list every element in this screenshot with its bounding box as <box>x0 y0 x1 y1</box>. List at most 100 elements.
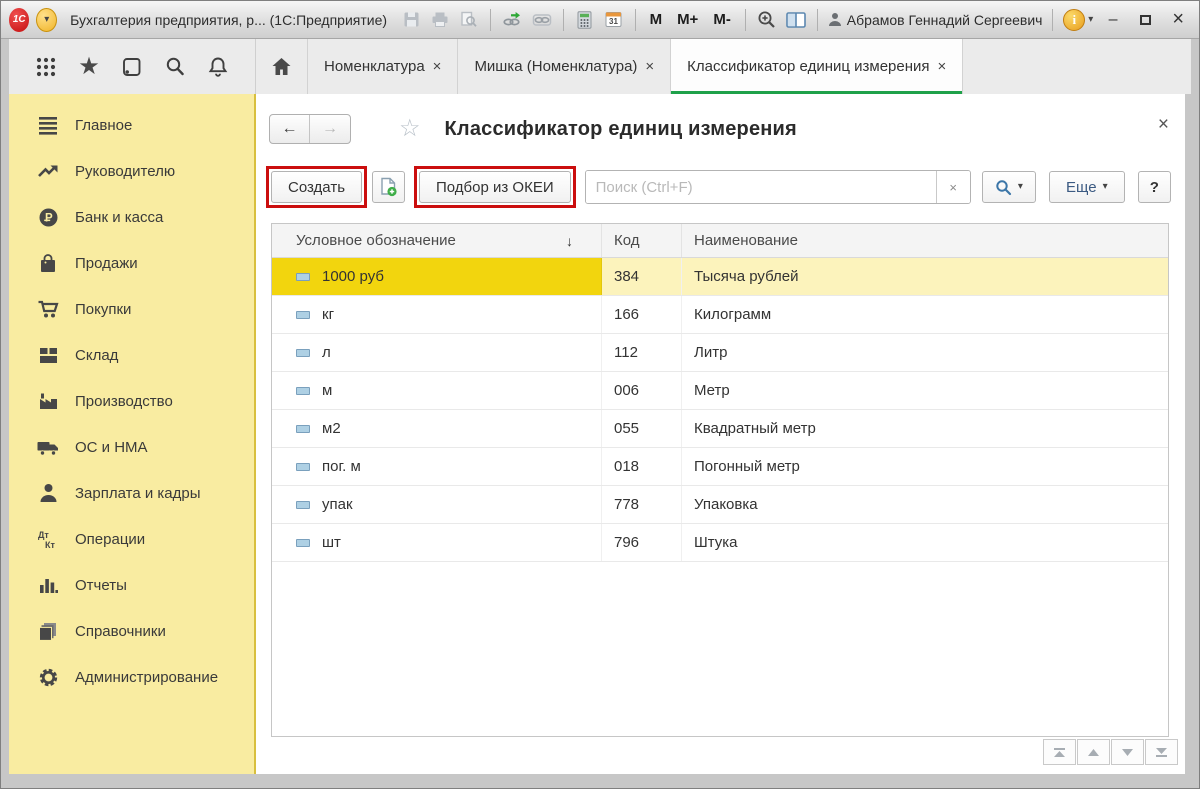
table-header[interactable]: Условное обозначение ↓ Код Наименование <box>272 224 1168 258</box>
table-row[interactable]: л 112 Литр <box>272 334 1168 372</box>
pick-from-okei-button[interactable]: Подбор из ОКЕИ <box>419 171 571 203</box>
table-row[interactable]: пог. м 018 Погонный метр <box>272 448 1168 486</box>
sidebar-item-sklad[interactable]: Склад <box>9 332 254 378</box>
info-button[interactable]: i ▾ <box>1063 7 1093 33</box>
all-functions-button[interactable] <box>31 52 61 82</box>
go-first-button[interactable] <box>1043 739 1076 765</box>
favorites-button[interactable]: ★ <box>74 52 104 82</box>
close-icon[interactable]: × <box>645 58 654 75</box>
sidebar-item-label: Отчеты <box>75 577 127 594</box>
sidebar-item-os-i-nma[interactable]: ОС и НМА <box>9 424 254 470</box>
table-row[interactable]: упак 778 Упаковка <box>272 486 1168 524</box>
save-button[interactable] <box>400 7 422 33</box>
info-icon: i <box>1063 9 1085 31</box>
more-label: Еще <box>1066 179 1097 196</box>
memory-minus-button[interactable]: M- <box>709 7 735 33</box>
print-button[interactable] <box>429 7 451 33</box>
table-row[interactable]: 1000 руб 384 Тысяча рублей <box>272 258 1168 296</box>
sidebar-item-zarplata-i-kadry[interactable]: Зарплата и кадры <box>9 470 254 516</box>
split-window-button[interactable] <box>785 7 807 33</box>
notifications-button[interactable] <box>203 52 233 82</box>
sidebar-item-label: Руководителю <box>75 163 175 180</box>
chevron-down-icon: ▾ <box>44 15 49 25</box>
more-button[interactable]: Еще ▾ <box>1049 171 1125 203</box>
zoom-button[interactable] <box>756 7 778 33</box>
create-button[interactable]: Создать <box>271 171 362 203</box>
svg-text:31: 31 <box>609 17 618 26</box>
element-dash-icon <box>296 387 310 395</box>
add-to-favorites-button[interactable]: ☆ <box>399 117 421 141</box>
forward-button[interactable]: → <box>310 115 350 143</box>
table-row[interactable]: кг 166 Килограмм <box>272 296 1168 334</box>
help-button[interactable]: ? <box>1138 171 1171 203</box>
tab-nomenklatura[interactable]: Номенклатура × <box>308 39 458 94</box>
table-row[interactable]: шт 796 Штука <box>272 524 1168 562</box>
tab-label: Классификатор единиц измерения <box>687 58 929 75</box>
history-scroll-icon <box>121 56 143 78</box>
column-header-name[interactable]: Наименование <box>682 224 1168 257</box>
column-header-code[interactable]: Код <box>602 224 682 257</box>
tab-home[interactable] <box>256 39 308 94</box>
tab-label: Номенклатура <box>324 58 425 75</box>
column-header-symbol[interactable]: Условное обозначение ↓ <box>272 224 602 257</box>
minimize-button[interactable]: – <box>1100 8 1126 32</box>
calculator-button[interactable] <box>573 7 595 33</box>
main-menu-button[interactable]: ▾ <box>36 8 57 32</box>
sidebar-item-spravochniki[interactable]: Справочники <box>9 608 254 654</box>
search-options-button[interactable]: ▾ <box>982 171 1036 203</box>
sort-desc-icon: ↓ <box>566 233 573 249</box>
back-button[interactable]: ← <box>270 115 310 143</box>
shopping-bag-icon <box>35 253 61 274</box>
calendar-button[interactable]: 31 <box>603 7 625 33</box>
close-icon[interactable]: × <box>433 58 442 75</box>
sidebar-item-rukovoditelyu[interactable]: Руководителю <box>9 148 254 194</box>
go-previous-button[interactable] <box>1077 739 1110 765</box>
row-name: Упаковка <box>682 486 1168 523</box>
sidebar-item-otchety[interactable]: Отчеты <box>9 562 254 608</box>
trend-arrow-icon <box>35 161 61 181</box>
close-icon[interactable]: × <box>938 58 947 75</box>
close-form-button[interactable]: × <box>1158 114 1169 136</box>
history-button[interactable] <box>117 52 147 82</box>
print-preview-button[interactable] <box>458 7 480 33</box>
get-link-button[interactable] <box>530 7 552 33</box>
element-dash-icon <box>296 425 310 433</box>
ruble-circle-icon: P <box>35 207 61 228</box>
go-last-button[interactable] <box>1145 739 1178 765</box>
tab-klassifikator-edinic[interactable]: Классификатор единиц измерения × <box>671 39 963 94</box>
maximize-button[interactable] <box>1133 8 1159 32</box>
sidebar-item-pokupki[interactable]: Покупки <box>9 286 254 332</box>
go-to-link-button[interactable] <box>501 7 523 33</box>
sidebar-item-bank-i-kassa[interactable]: P Банк и касса <box>9 194 254 240</box>
element-dash-icon <box>296 539 310 547</box>
go-next-button[interactable] <box>1111 739 1144 765</box>
row-name: Литр <box>682 334 1168 371</box>
clear-search-button[interactable]: × <box>936 171 970 203</box>
table-row[interactable]: м2 055 Квадратный метр <box>272 410 1168 448</box>
sidebar-item-label: Администрирование <box>75 669 218 686</box>
memory-plus-button[interactable]: M+ <box>673 7 702 33</box>
row-symbol: кг <box>322 306 334 323</box>
search-input[interactable] <box>586 171 936 203</box>
sidebar-item-label: Покупки <box>75 301 131 318</box>
close-window-button[interactable]: × <box>1165 8 1191 32</box>
sidebar-item-prodazhi[interactable]: Продажи <box>9 240 254 286</box>
sidebar-item-label: Производство <box>75 393 173 410</box>
sidebar-item-proizvodstvo[interactable]: Производство <box>9 378 254 424</box>
create-new-from-button[interactable] <box>372 171 405 203</box>
memory-button[interactable]: M <box>646 7 667 33</box>
separator <box>635 9 636 31</box>
current-user[interactable]: Абрамов Геннадий Сергеевич <box>828 12 1043 28</box>
go-last-icon <box>1155 747 1168 758</box>
tab-mishka-nomenklatura[interactable]: Мишка (Номенклатура) × <box>458 39 671 94</box>
sidebar-item-administrirovanie[interactable]: Администрирование <box>9 654 254 700</box>
sidebar-item-operatsii[interactable]: ДтКт Операции <box>9 516 254 562</box>
row-code: 384 <box>602 258 682 295</box>
separator <box>745 9 746 31</box>
sidebar-item-label: ОС и НМА <box>75 439 148 456</box>
global-search-button[interactable] <box>160 52 190 82</box>
sidebar-item-glavnoe[interactable]: Главное <box>9 102 254 148</box>
table-row[interactable]: м 006 Метр <box>272 372 1168 410</box>
sidebar-item-label: Продажи <box>75 255 138 272</box>
grid-menu-icon <box>35 56 57 78</box>
